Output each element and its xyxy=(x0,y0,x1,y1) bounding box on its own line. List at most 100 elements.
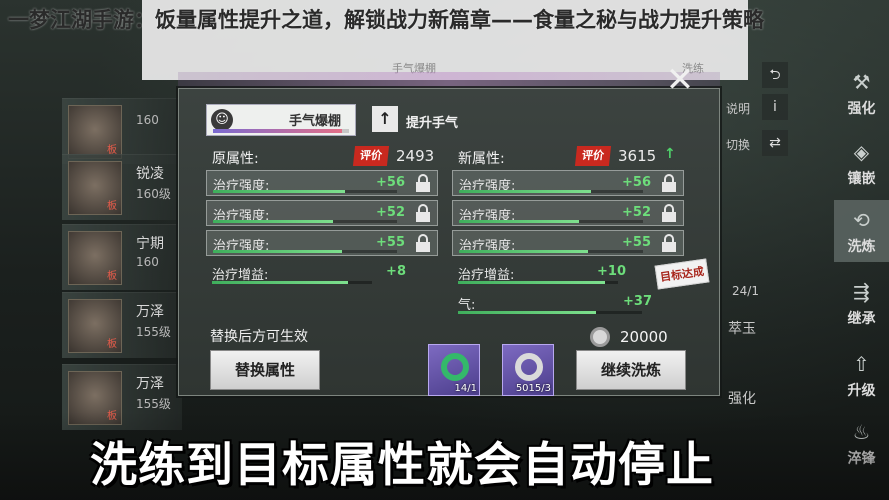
lock-icon[interactable] xyxy=(415,234,431,252)
equipment-name: 锐凌 xyxy=(136,166,164,182)
material-quantity: 5015/3 xyxy=(515,383,551,394)
rating-badge: 评价 xyxy=(352,146,390,166)
equipment-item[interactable]: 板 万泽 155级 xyxy=(62,292,182,358)
side-menu-strengthen[interactable]: ⚒ 强化 xyxy=(834,62,889,124)
attribute-value: +52 xyxy=(622,205,651,220)
attribute-value: +8 xyxy=(386,264,406,279)
luck-label: 手气爆棚 xyxy=(289,114,342,129)
side-menu-upgrade[interactable]: ⇧ 升级 xyxy=(834,344,889,406)
attribute-bar-fill xyxy=(459,220,579,223)
attribute-bar-fill xyxy=(459,190,592,193)
attribute-value: +55 xyxy=(376,235,405,250)
attribute-bar xyxy=(458,281,618,284)
replace-attributes-button[interactable]: 替换属性 xyxy=(210,350,320,390)
attribute-bar-fill xyxy=(458,311,596,314)
upgrade-icon: ⇧ xyxy=(853,352,870,376)
original-attributes-header: 原属性: 评价 2493 xyxy=(206,142,438,170)
continue-refine-button[interactable]: 继续洗炼 xyxy=(576,350,686,390)
refine-cost: 20000 xyxy=(590,326,710,348)
cost-value: 20000 xyxy=(620,328,668,346)
side-menu-inlay[interactable]: ◈ 镶嵌 xyxy=(834,132,889,194)
luck-icon: ☺ xyxy=(211,109,233,131)
side-menu-label: 洗炼 xyxy=(847,239,876,255)
equipment-thumbnail: 板 xyxy=(68,231,122,285)
gem-icon: ◈ xyxy=(853,140,870,164)
article-title: 一梦江湖手游：饭量属性提升之道，解锁战力新篇章——食量之秘与战力提升策略 xyxy=(8,8,764,32)
attribute-bar-fill xyxy=(213,190,346,193)
jade-label: 萃玉 xyxy=(728,321,756,337)
equipment-level: 155级 xyxy=(136,325,171,339)
attribute-value: +52 xyxy=(376,205,405,220)
lock-icon[interactable] xyxy=(661,234,677,252)
lock-icon[interactable] xyxy=(661,174,677,192)
luck-progress-bar xyxy=(213,129,349,133)
attribute-bar xyxy=(458,311,642,314)
refine-icon: ⟲ xyxy=(853,208,870,232)
attribute-bar xyxy=(213,220,397,223)
equipment-thumbnail: 板 xyxy=(68,161,122,215)
attribute-row[interactable]: 治疗强度: +55 xyxy=(206,230,438,256)
lock-icon[interactable] xyxy=(415,174,431,192)
new-attributes-header: 新属性: 评价 3615 ↑ xyxy=(452,142,684,170)
info-button[interactable]: i xyxy=(762,94,788,120)
attribute-row[interactable]: 治疗强度: +55 xyxy=(452,230,684,256)
attribute-bar-fill xyxy=(213,220,333,223)
equipment-list: 板 160 板 锐凌 160级 板 宁期 160 板 万泽 155级 板 万泽 … xyxy=(62,98,182,430)
attribute-bar-fill xyxy=(459,250,588,253)
attribute-bar xyxy=(213,250,397,253)
original-attributes-title: 原属性: xyxy=(212,151,259,167)
refine-material-slot[interactable]: 14/1 xyxy=(428,344,480,396)
close-icon[interactable]: ✕ xyxy=(662,62,698,98)
lock-icon[interactable] xyxy=(661,204,677,222)
rating-badge: 评价 xyxy=(574,146,612,166)
bound-tag: 板 xyxy=(107,201,117,212)
attribute-bar-fill xyxy=(213,250,342,253)
side-menu-inherit[interactable]: ⇶ 继承 xyxy=(834,272,889,334)
attribute-row: 治疗增益: +10 xyxy=(452,260,684,286)
back-button[interactable]: ⮌ xyxy=(762,62,788,88)
luck-meter: ☺ 手气爆棚 xyxy=(206,104,356,136)
original-score: 2493 xyxy=(396,147,435,165)
inherit-icon: ⇶ xyxy=(853,280,870,304)
help-label: 说明 xyxy=(726,102,751,116)
coin-icon xyxy=(590,327,610,347)
attribute-bar xyxy=(459,250,643,253)
equipment-item[interactable]: 板 锐凌 160级 xyxy=(62,154,182,220)
equipment-item[interactable]: 板 宁期 160 xyxy=(62,224,182,290)
equipment-level: 160 xyxy=(136,255,159,269)
boost-luck-button[interactable]: ↑ xyxy=(372,106,398,132)
attribute-row[interactable]: 治疗强度: +56 xyxy=(452,170,684,196)
attribute-bar xyxy=(459,220,643,223)
attribute-bar-fill xyxy=(212,281,348,284)
attribute-bar xyxy=(459,190,643,193)
side-menu-label: 继承 xyxy=(847,311,876,327)
attribute-value: +10 xyxy=(597,264,626,279)
equipment-level: 160 xyxy=(136,113,159,127)
equipment-thumbnail: 板 xyxy=(68,299,122,353)
attribute-value: +55 xyxy=(622,235,651,250)
refine-material-slot[interactable]: 5015/3 xyxy=(502,344,554,396)
silver-jade-icon xyxy=(515,353,543,381)
strengthen-label: 强化 xyxy=(728,391,756,407)
attribute-row: 气: +37 xyxy=(452,290,684,316)
new-attributes-title: 新属性: xyxy=(458,151,505,167)
attribute-row[interactable]: 治疗强度: +52 xyxy=(452,200,684,226)
attribute-bar xyxy=(213,190,397,193)
switch-button[interactable]: ⇄ xyxy=(762,130,788,156)
attribute-row[interactable]: 治疗强度: +56 xyxy=(206,170,438,196)
side-menu-label: 升级 xyxy=(847,383,876,399)
attribute-bar-fill xyxy=(458,281,606,284)
equipment-level: 155级 xyxy=(136,397,171,411)
material-quantity: 14/1 xyxy=(454,383,477,394)
equipment-thumbnail: 板 xyxy=(68,105,122,159)
boost-luck-label: 提升手气 xyxy=(406,116,459,131)
attribute-row[interactable]: 治疗强度: +52 xyxy=(206,200,438,226)
switch-label: 切换 xyxy=(726,138,751,152)
count-label: 24/1 xyxy=(732,284,759,298)
side-menu-refine[interactable]: ⟲ 洗炼 xyxy=(834,200,889,262)
hammer-icon: ⚒ xyxy=(852,70,871,94)
attribute-value: +37 xyxy=(623,294,652,309)
attribute-value: +56 xyxy=(376,175,405,190)
equipment-name: 宁期 xyxy=(136,236,164,252)
lock-icon[interactable] xyxy=(415,204,431,222)
